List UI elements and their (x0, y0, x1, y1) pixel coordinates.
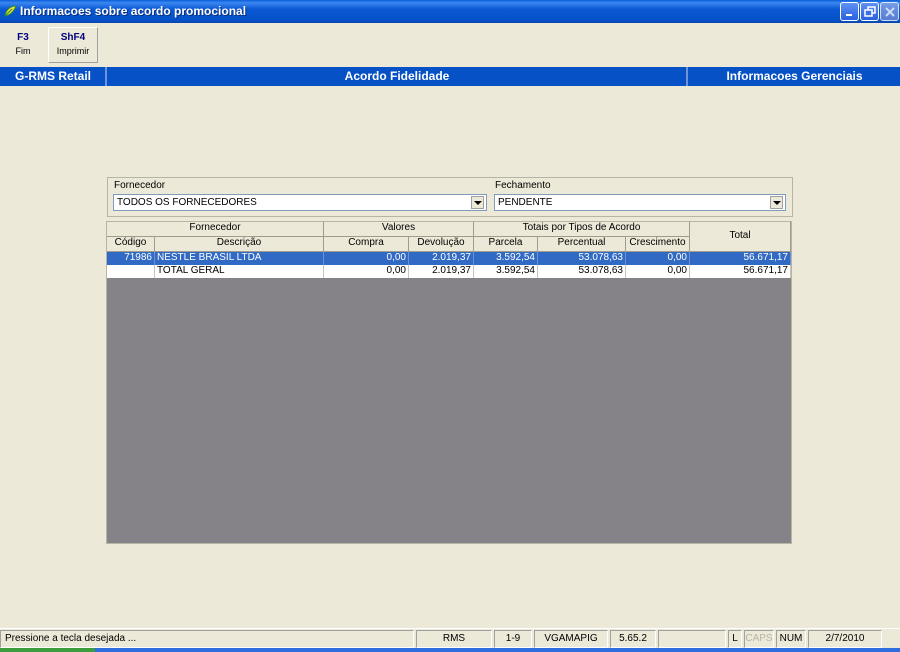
column-header-devolucao[interactable]: Devolução (409, 237, 474, 252)
title-bar: Informacoes sobre acordo promocional (0, 0, 900, 23)
status-num: NUM (776, 630, 806, 648)
status-l: L (728, 630, 742, 648)
filter-panel: Fornecedor TODOS OS FORNECEDORES Fechame… (107, 177, 793, 217)
close-button[interactable] (880, 2, 899, 21)
fornecedor-value: TODOS OS FORNECEDORES (117, 197, 257, 208)
imprimir-key: ShF4 (60, 32, 86, 43)
app-window: Informacoes sobre acordo promocional F3 … (0, 0, 900, 652)
fechamento-value: PENDENTE (498, 197, 553, 208)
status-range: 1-9 (494, 630, 532, 648)
status-system: RMS (416, 630, 492, 648)
minimize-button[interactable] (840, 2, 859, 21)
cell-codigo: 71986 (107, 252, 155, 265)
column-header-crescimento[interactable]: Crescimento (626, 237, 690, 252)
cell-devolucao: 2.019,37 (409, 252, 474, 265)
imprimir-button[interactable]: ShF4 Imprimir (48, 27, 98, 63)
cell-crescimento: 0,00 (626, 265, 690, 278)
start-button-edge[interactable] (0, 648, 95, 652)
status-message: Pressione a tecla desejada ... (0, 630, 414, 648)
cell-compra: 0,00 (324, 252, 409, 265)
grid-header: Fornecedor Valores Totais por Tipos de A… (107, 222, 791, 252)
cell-total: 56.671,17 (690, 265, 791, 278)
column-header-compra[interactable]: Compra (324, 237, 409, 252)
imprimir-label: Imprimir (56, 46, 90, 56)
status-user: VGAMAPIG (534, 630, 608, 648)
fechamento-select[interactable]: PENDENTE (494, 194, 786, 211)
group-header-valores: Valores (324, 222, 474, 237)
status-date: 2/7/2010 (808, 630, 882, 648)
cell-total: 56.671,17 (690, 252, 791, 265)
cell-parcela: 3.592,54 (474, 265, 538, 278)
column-header-descricao[interactable]: Descrição (155, 237, 324, 252)
group-header-totais: Totais por Tipos de Acordo (474, 222, 690, 237)
table-row[interactable]: TOTAL GERAL 0,00 2.019,37 3.592,54 53.07… (107, 265, 791, 278)
header-divider (686, 67, 688, 86)
chevron-down-icon[interactable] (471, 196, 484, 209)
column-header-codigo[interactable]: Código (107, 237, 155, 252)
table-row[interactable]: 71986 NESTLE BRASIL LTDA 0,00 2.019,37 3… (107, 252, 791, 265)
window-title: Informacoes sobre acordo promocional (20, 4, 247, 18)
cell-descricao: TOTAL GERAL (155, 265, 324, 278)
cell-descricao: NESTLE BRASIL LTDA (155, 252, 324, 265)
header-section: Informacoes Gerenciais (726, 69, 863, 83)
toolbar: F3 Fim ShF4 Imprimir (0, 24, 900, 64)
taskbar-strip (0, 648, 900, 652)
status-caps: CAPS (744, 630, 774, 648)
fornecedor-label: Fornecedor (114, 180, 166, 191)
header-band: G-RMS Retail Acordo Fidelidade Informaco… (0, 67, 900, 86)
header-divider (105, 67, 107, 86)
status-blank (658, 630, 726, 648)
results-grid[interactable]: Fornecedor Valores Totais por Tipos de A… (106, 221, 792, 544)
column-header-percentual[interactable]: Percentual (538, 237, 626, 252)
fechamento-label: Fechamento (495, 180, 551, 191)
app-leaf-icon (3, 4, 17, 18)
cell-devolucao: 2.019,37 (409, 265, 474, 278)
column-header-parcela[interactable]: Parcela (474, 237, 538, 252)
fornecedor-select[interactable]: TODOS OS FORNECEDORES (113, 194, 487, 211)
header-module: Acordo Fidelidade (344, 69, 450, 83)
fim-key: F3 (17, 32, 29, 43)
status-bar: Pressione a tecla desejada ... RMS 1-9 V… (0, 628, 900, 648)
cell-codigo (107, 265, 155, 278)
group-header-fornecedor: Fornecedor (107, 222, 324, 237)
fim-label: Fim (15, 46, 31, 56)
fim-button[interactable]: F3 Fim (3, 27, 43, 63)
cell-crescimento: 0,00 (626, 252, 690, 265)
column-header-total[interactable]: Total (690, 222, 791, 252)
restore-button[interactable] (860, 2, 879, 21)
header-system: G-RMS Retail (14, 69, 91, 83)
cell-percentual: 53.078,63 (538, 265, 626, 278)
cell-percentual: 53.078,63 (538, 252, 626, 265)
chevron-down-icon[interactable] (770, 196, 783, 209)
status-version: 5.65.2 (610, 630, 656, 648)
cell-parcela: 3.592,54 (474, 252, 538, 265)
cell-compra: 0,00 (324, 265, 409, 278)
